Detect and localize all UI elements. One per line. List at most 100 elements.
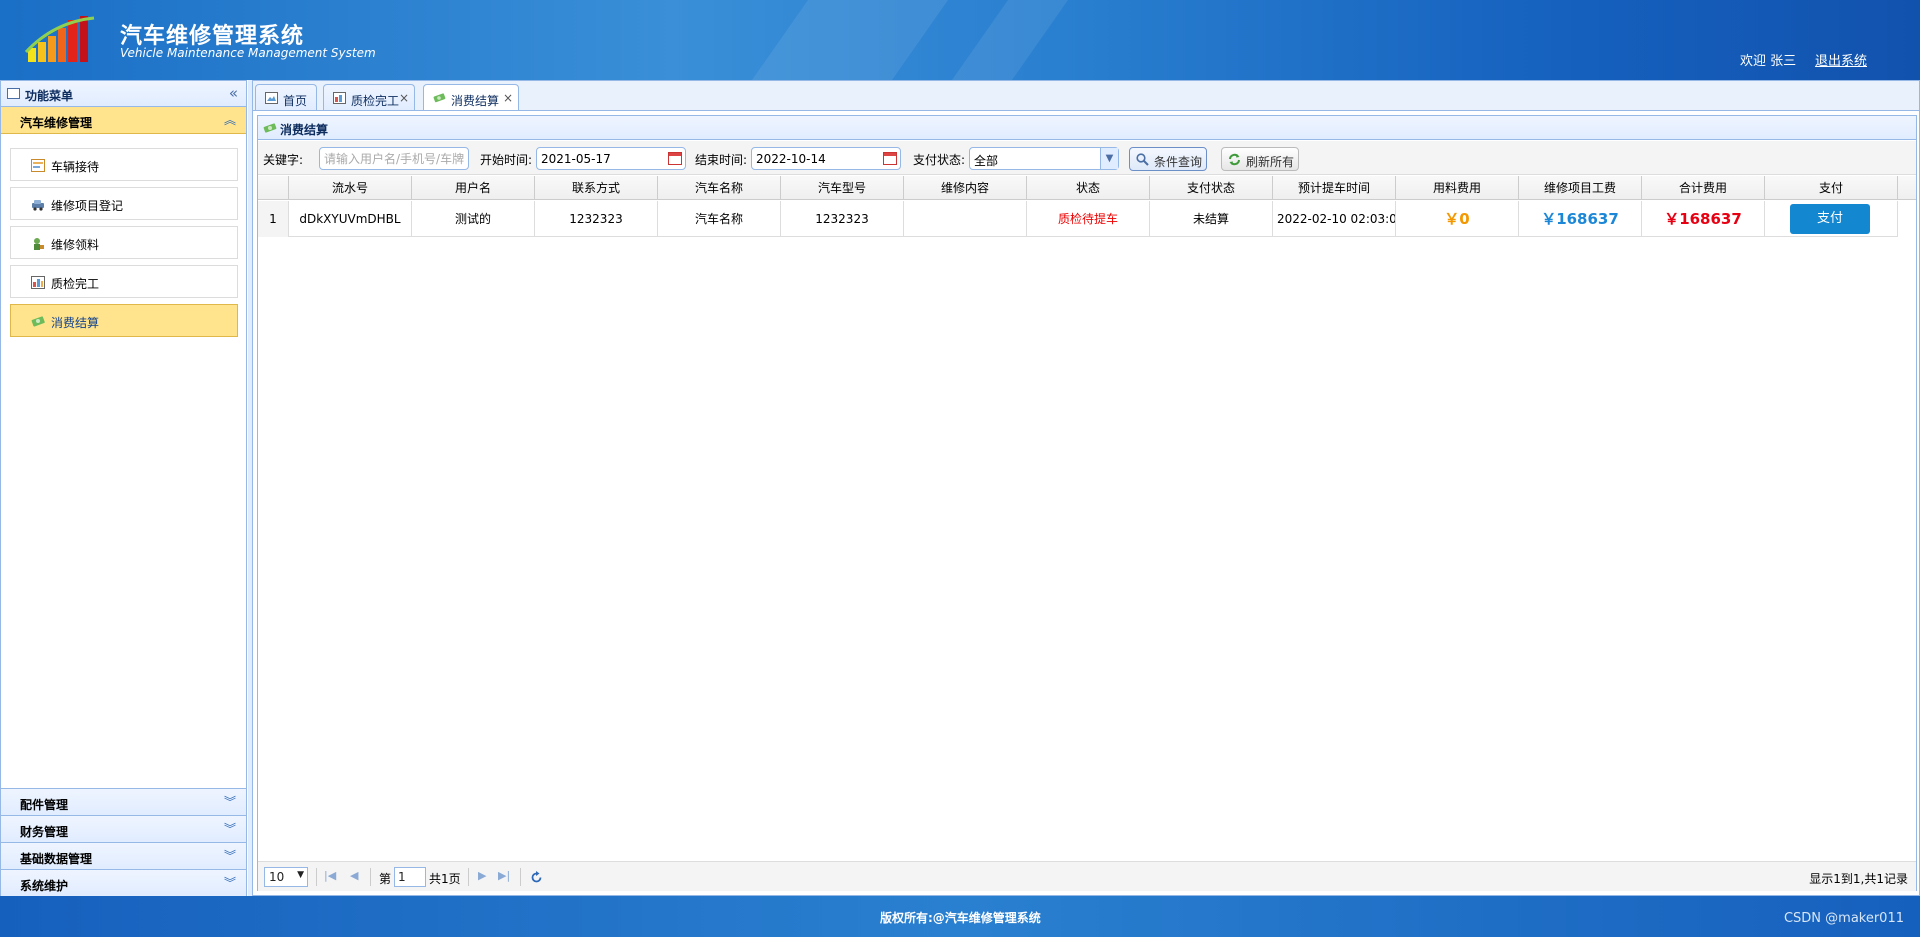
collapse-sidebar-icon[interactable]: « bbox=[229, 84, 238, 102]
accordion-title: 配件管理 bbox=[20, 798, 69, 812]
column-header[interactable]: 流水号 bbox=[289, 176, 412, 200]
sidebar-item-quality-inspection[interactable]: 质检完工 bbox=[10, 265, 238, 298]
prev-page-icon[interactable]: ◀ bbox=[350, 869, 358, 882]
cell-labor-fee: ￥168637 bbox=[1519, 201, 1642, 237]
chevron-down-icon: ︾ bbox=[223, 795, 236, 809]
sidebar-item-label: 维修项目登记 bbox=[51, 199, 124, 213]
page-prefix: 第 bbox=[379, 872, 392, 886]
accordion-vehicle-maintenance[interactable]: 汽车维修管理 ︽ bbox=[1, 107, 246, 134]
app-footer: 版权所有:@汽车维修管理系统 CSDN @maker011 bbox=[0, 896, 1920, 937]
sidebar-item-repair-materials[interactable]: 维修领料 bbox=[10, 226, 238, 259]
reception-icon bbox=[31, 159, 45, 172]
reload-icon[interactable] bbox=[530, 871, 543, 884]
column-header[interactable]: 支付 bbox=[1765, 176, 1898, 200]
accordion-system-maintenance[interactable]: 系统维护 ︾ bbox=[1, 869, 246, 896]
close-icon[interactable]: × bbox=[399, 91, 409, 105]
pay-button[interactable]: 支付 bbox=[1790, 204, 1870, 234]
last-page-icon[interactable]: ▶| bbox=[498, 869, 510, 882]
table-row[interactable]: 1 dDkXYUVmDHBL 测试的 1232323 汽车名称 1232323 … bbox=[258, 201, 1898, 237]
sidebar-item-vehicle-reception[interactable]: 车辆接待 bbox=[10, 148, 238, 181]
chevron-up-icon: ︽ bbox=[223, 113, 236, 127]
column-header[interactable]: 用户名 bbox=[412, 176, 535, 200]
end-date-field[interactable]: 2022-10-14 bbox=[751, 147, 901, 170]
keyword-search-input[interactable] bbox=[319, 147, 469, 170]
accordion-base-data[interactable]: 基础数据管理 ︾ bbox=[1, 842, 246, 869]
tab-label: 首页 bbox=[283, 94, 308, 108]
chevron-down-icon: ▼ bbox=[1100, 148, 1118, 169]
material-icon bbox=[34, 238, 44, 250]
search-icon bbox=[1136, 153, 1149, 166]
chevron-down-icon: ︾ bbox=[223, 822, 236, 836]
welcome-text: 欢迎 张三 bbox=[1740, 54, 1797, 69]
next-page-icon[interactable]: ▶ bbox=[478, 869, 486, 882]
refresh-button-label: 刷新所有 bbox=[1246, 155, 1295, 169]
header-decoration bbox=[951, 0, 1069, 80]
column-header[interactable]: 支付状态 bbox=[1150, 176, 1273, 200]
column-header[interactable]: 汽车型号 bbox=[781, 176, 904, 200]
start-time-label: 开始时间: bbox=[480, 153, 533, 167]
copyright-text: 版权所有:@汽车维修管理系统 bbox=[880, 911, 1041, 925]
page-size-value: 10 bbox=[269, 870, 285, 884]
start-date-value: 2021-05-17 bbox=[541, 152, 611, 166]
tab-settlement[interactable]: 消费结算 × bbox=[423, 84, 519, 112]
inspection-icon bbox=[31, 276, 45, 289]
chevron-down-icon: ︾ bbox=[223, 849, 236, 863]
start-date-field[interactable]: 2021-05-17 bbox=[536, 147, 686, 170]
tab-home[interactable]: 首页 bbox=[255, 84, 317, 111]
column-header[interactable]: 汽车名称 bbox=[658, 176, 781, 200]
column-header[interactable]: 合计费用 bbox=[1642, 176, 1765, 200]
pay-status-select[interactable]: 全部 ▼ bbox=[969, 147, 1119, 170]
cell-pay-status: 未结算 bbox=[1150, 201, 1273, 237]
car-icon bbox=[32, 200, 44, 211]
pay-status-value: 全部 bbox=[974, 154, 999, 168]
tab-label: 质检完工 bbox=[351, 94, 400, 108]
sidebar-item-repair-registration[interactable]: 维修项目登记 bbox=[10, 187, 238, 220]
cell-total-fee: ￥168637 bbox=[1642, 201, 1765, 237]
tab-quality-inspection[interactable]: 质检完工 × bbox=[323, 84, 415, 111]
sidebar-item-label: 维修领料 bbox=[51, 238, 100, 252]
column-header[interactable]: 维修项目工费 bbox=[1519, 176, 1642, 200]
refresh-all-button[interactable]: 刷新所有 bbox=[1221, 147, 1299, 171]
sidebar-item-settlement[interactable]: 消费结算 bbox=[10, 304, 238, 337]
search-button[interactable]: 条件查询 bbox=[1129, 147, 1207, 171]
money-icon bbox=[433, 93, 446, 103]
column-header[interactable]: 联系方式 bbox=[535, 176, 658, 200]
calendar-icon[interactable] bbox=[883, 152, 897, 165]
column-header[interactable]: 状态 bbox=[1027, 176, 1150, 200]
column-header-rownum bbox=[258, 176, 289, 200]
pagination-bar: 10 ▼ |◀ ◀ 第 1 共1页 ▶ ▶| 显示1到1,共1记录 bbox=[258, 861, 1916, 891]
logout-link[interactable]: 退出系统 bbox=[1815, 50, 1867, 69]
accordion-finance-management[interactable]: 财务管理 ︾ bbox=[1, 815, 246, 842]
cell-status: 质检待提车 bbox=[1027, 201, 1150, 237]
app-header: 汽车维修管理系统 Vehicle Maintenance Management … bbox=[0, 0, 1920, 80]
cell-car-name: 汽车名称 bbox=[658, 201, 781, 237]
sidebar-title: 功能菜单 bbox=[25, 89, 74, 103]
column-header[interactable]: 用料费用 bbox=[1396, 176, 1519, 200]
close-icon[interactable]: × bbox=[503, 91, 513, 105]
column-header[interactable]: 维修内容 bbox=[904, 176, 1027, 200]
tab-label: 消费结算 bbox=[451, 94, 500, 108]
pager-divider bbox=[468, 868, 469, 886]
column-header[interactable]: 预计提车时间 bbox=[1273, 176, 1396, 200]
first-page-icon[interactable]: |◀ bbox=[324, 869, 336, 882]
accordion-title: 基础数据管理 bbox=[20, 852, 93, 866]
tab-bar: 首页 质检完工 × 消费结算 × bbox=[252, 80, 1920, 112]
accordion-title: 汽车维修管理 bbox=[20, 116, 93, 130]
sidebar-item-label: 质检完工 bbox=[51, 277, 100, 291]
calendar-icon[interactable] bbox=[668, 152, 682, 165]
page-size-select[interactable]: 10 ▼ bbox=[264, 867, 308, 887]
search-button-label: 条件查询 bbox=[1154, 155, 1203, 169]
watermark-text: CSDN @maker011 bbox=[1783, 911, 1904, 926]
inspection-icon bbox=[333, 92, 346, 104]
page-number-input[interactable]: 1 bbox=[394, 867, 426, 887]
tab-content: 消费结算 关键字: 开始时间: 2021-05-17 结束时间: 2022-10… bbox=[252, 110, 1920, 896]
panel-title: 消费结算 bbox=[280, 123, 329, 137]
cell-repair-content bbox=[904, 201, 1027, 237]
pager-divider bbox=[316, 868, 317, 886]
search-toolbar: 关键字: 开始时间: 2021-05-17 结束时间: 2022-10-14 支… bbox=[258, 141, 1916, 175]
money-icon bbox=[31, 316, 45, 327]
menu-icon bbox=[7, 88, 20, 99]
accordion-parts-management[interactable]: 配件管理 ︾ bbox=[1, 788, 246, 815]
end-time-label: 结束时间: bbox=[695, 153, 748, 167]
keyword-label: 关键字: bbox=[263, 153, 304, 167]
